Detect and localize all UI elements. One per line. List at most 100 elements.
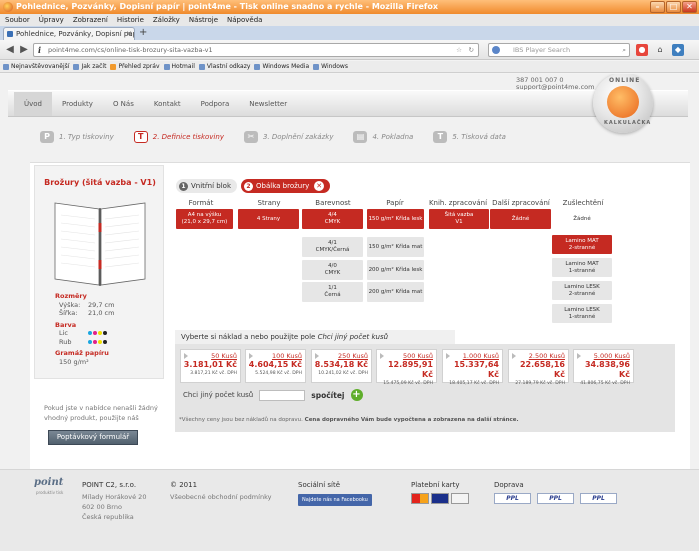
step-5[interactable]: T 5. Tisková data bbox=[433, 131, 506, 143]
url-bar[interactable]: i point4me.com/cs/online-tisk-brozury-si… bbox=[33, 43, 479, 57]
col-head-binding: Knih. zpracování bbox=[428, 199, 488, 207]
option-color-44[interactable]: 4/4 CMYK bbox=[302, 209, 363, 229]
search-bar[interactable]: IBS Player Search ⌕ bbox=[488, 43, 630, 57]
nav-products[interactable]: Produkty bbox=[52, 100, 103, 108]
option-lamino-gloss-2[interactable]: Lamino LESK 2-stranné bbox=[552, 281, 612, 300]
tab-cover[interactable]: 2 Obálka brožury ✕ bbox=[241, 179, 331, 193]
new-tab-button[interactable]: + bbox=[139, 28, 147, 38]
option-lamino-mat-1[interactable]: Lamino MAT 1-stranné bbox=[552, 258, 612, 277]
online-calculator-badge[interactable]: ONLINE KALKULAČKA bbox=[593, 74, 653, 133]
section-tabs: 1 Vnitřní blok 2 Obálka brožury ✕ bbox=[176, 179, 331, 193]
bookmark-hotmail[interactable]: Hotmail bbox=[163, 61, 195, 72]
ppl-logo[interactable]: PPL bbox=[494, 493, 531, 504]
copyright: © 2011 bbox=[170, 481, 198, 489]
reload-icon[interactable]: ↻ bbox=[469, 44, 474, 56]
inquiry-form-button[interactable]: Poptávkový formulář bbox=[48, 430, 138, 445]
navigation-toolbar: ◀ ▶ i point4me.com/cs/online-tisk-brozur… bbox=[0, 40, 699, 60]
option-lamino-mat-2[interactable]: Lamino MAT 2-stranné bbox=[552, 235, 612, 254]
facebook-button[interactable]: Najdete nás na Facebooku bbox=[298, 494, 372, 506]
maximize-button[interactable]: □ bbox=[666, 1, 681, 13]
ppl-logo[interactable]: PPL bbox=[580, 493, 617, 504]
nav-contact[interactable]: Kontakt bbox=[144, 100, 191, 108]
nav-home[interactable]: Úvod bbox=[14, 91, 52, 116]
menu-history[interactable]: Historie bbox=[117, 14, 144, 26]
cash-register-icon: ▤ bbox=[353, 131, 368, 143]
point-logo[interactable]: point produktiv tisk bbox=[34, 477, 66, 499]
option-paper-200-gloss[interactable]: 200 g/m² Křída lesk bbox=[367, 260, 424, 280]
paper-weight-label: Gramáž papíru bbox=[55, 349, 109, 357]
option-pages-4[interactable]: 4 Strany bbox=[238, 209, 299, 229]
calculate-button[interactable]: spočítej bbox=[311, 391, 344, 400]
nav-about[interactable]: O Nás bbox=[103, 100, 144, 108]
site-info-icon[interactable]: i bbox=[38, 44, 41, 56]
menu-bookmarks[interactable]: Záložky bbox=[153, 14, 180, 26]
quantity-option[interactable]: 500 Kusů 12.895,91 Kč 15.475,09 Kč vč. DPH bbox=[376, 349, 437, 386]
terms-link[interactable]: Všeobecné obchodní podmínky bbox=[170, 492, 271, 502]
menu-tools[interactable]: Nástroje bbox=[189, 14, 218, 26]
option-format-a4[interactable]: A4 na výšku (21,0 x 29,7 cm) bbox=[176, 209, 233, 229]
quantity-option[interactable]: 250 Kusů 8.534,18 Kč 10.241,02 Kč vč. DPH bbox=[311, 349, 372, 383]
option-color-40[interactable]: 4/0 CMYK bbox=[302, 260, 363, 280]
option-further-none[interactable]: Žádné bbox=[490, 209, 551, 229]
addon-icon[interactable]: ● bbox=[636, 44, 648, 56]
option-lamino-gloss-1[interactable]: Lamino LESK 1-stranné bbox=[552, 304, 612, 323]
plus-icon[interactable]: + bbox=[350, 389, 363, 401]
option-finishing-none[interactable]: Žádné bbox=[552, 209, 612, 229]
arrow-icon bbox=[512, 353, 516, 359]
option-binding-v1[interactable]: Šitá vazba V1 bbox=[429, 209, 489, 229]
bookmark-windows-media[interactable]: Windows Media bbox=[254, 61, 309, 72]
calculator-icon bbox=[607, 86, 639, 118]
option-paper-200-matt[interactable]: 200 g/m² Křída mat bbox=[367, 282, 424, 302]
windows-media-icon bbox=[254, 63, 261, 70]
badge-top-text: ONLINE bbox=[609, 77, 641, 84]
col-head-pages: Strany bbox=[257, 199, 281, 207]
col-head-further: Další zpracování bbox=[492, 199, 550, 207]
menu-file[interactable]: Soubor bbox=[5, 14, 30, 26]
step-4[interactable]: ▤ 4. Pokladna bbox=[353, 131, 413, 143]
quantity-option[interactable]: 5.000 Kusů 34.838,96 Kč 41.806,75 Kč vč. D… bbox=[573, 349, 634, 386]
custom-quantity-input[interactable] bbox=[259, 389, 306, 401]
nav-support[interactable]: Podpora bbox=[191, 100, 240, 108]
tab-inner-block[interactable]: 1 Vnitřní blok bbox=[176, 179, 238, 193]
menu-view[interactable]: Zobrazení bbox=[73, 14, 108, 26]
search-engine-icon[interactable] bbox=[492, 46, 500, 54]
option-color-11[interactable]: 1/1 Černá bbox=[302, 282, 363, 302]
browser-tab[interactable]: Pohlednice, Pozvánky, Dopisní papír | po… bbox=[3, 27, 135, 40]
face-label: Lic bbox=[59, 329, 69, 337]
home-icon[interactable]: ⌂ bbox=[654, 44, 666, 56]
mastercard-icon bbox=[411, 493, 429, 504]
quantity-option[interactable]: 50 Kusů 3.181,01 Kč 3.817,21 Kč vč. DPH bbox=[180, 349, 241, 383]
quantity-option[interactable]: 1.000 Kusů 15.337,64 Kč 18.405,17 Kč vč. D… bbox=[442, 349, 503, 386]
quantity-option[interactable]: 100 Kusů 4.604,15 Kč 5.524,98 Kč vč. DPH bbox=[245, 349, 306, 383]
bookmark-most-visited[interactable]: Nejnavštěvovanější bbox=[3, 61, 69, 72]
step-3[interactable]: ✂ 3. Doplnění zakázky bbox=[243, 131, 333, 143]
option-paper-150-matt[interactable]: 150 g/m² Křída mat bbox=[367, 237, 424, 257]
minimize-button[interactable]: – bbox=[650, 1, 665, 13]
forward-icon[interactable]: ▶ bbox=[17, 43, 31, 57]
menu-edit[interactable]: Úpravy bbox=[39, 14, 64, 26]
open-brochure-illustration bbox=[54, 202, 146, 286]
bookmark-custom-links[interactable]: Vlastní odkazy bbox=[198, 61, 250, 72]
ppl-logo[interactable]: PPL bbox=[537, 493, 574, 504]
bookmark-getting-started[interactable]: Jak začít bbox=[73, 61, 106, 72]
step-2-active[interactable]: T 2. Definice tiskoviny bbox=[133, 131, 224, 143]
close-icon[interactable]: ✕ bbox=[314, 181, 325, 191]
bookmark-star-icon[interactable]: ☆ bbox=[456, 44, 462, 56]
close-window-button[interactable]: ✕ bbox=[682, 1, 697, 13]
bookmark-news[interactable]: Přehled zpráv bbox=[110, 61, 160, 72]
arrow-icon bbox=[315, 353, 319, 359]
option-paper-150-gloss[interactable]: 150 g/m² Křída lesk bbox=[367, 209, 424, 229]
menu-help[interactable]: Nápověda bbox=[227, 14, 262, 26]
back-icon[interactable]: ◀ bbox=[3, 43, 17, 57]
bookmark-windows[interactable]: Windows bbox=[313, 61, 348, 72]
search-icon[interactable]: ⌕ bbox=[622, 44, 626, 56]
windows-icon bbox=[313, 63, 320, 70]
step-1[interactable]: P 1. Typ tiskoviny bbox=[40, 131, 114, 143]
nav-newsletter[interactable]: Newsletter bbox=[239, 100, 297, 108]
quantity-option[interactable]: 2.500 Kusů 22.658,16 Kč 27.189,79 Kč vč. D… bbox=[508, 349, 569, 386]
extension-icon[interactable]: ◆ bbox=[672, 44, 684, 56]
shipping-note: *Všechny ceny jsou bez nákladů na doprav… bbox=[179, 417, 519, 423]
option-color-41[interactable]: 4/1 CMYK/Černá bbox=[302, 237, 363, 257]
close-tab-icon[interactable]: ✕ bbox=[126, 28, 132, 40]
print-data-icon: T bbox=[433, 131, 448, 143]
